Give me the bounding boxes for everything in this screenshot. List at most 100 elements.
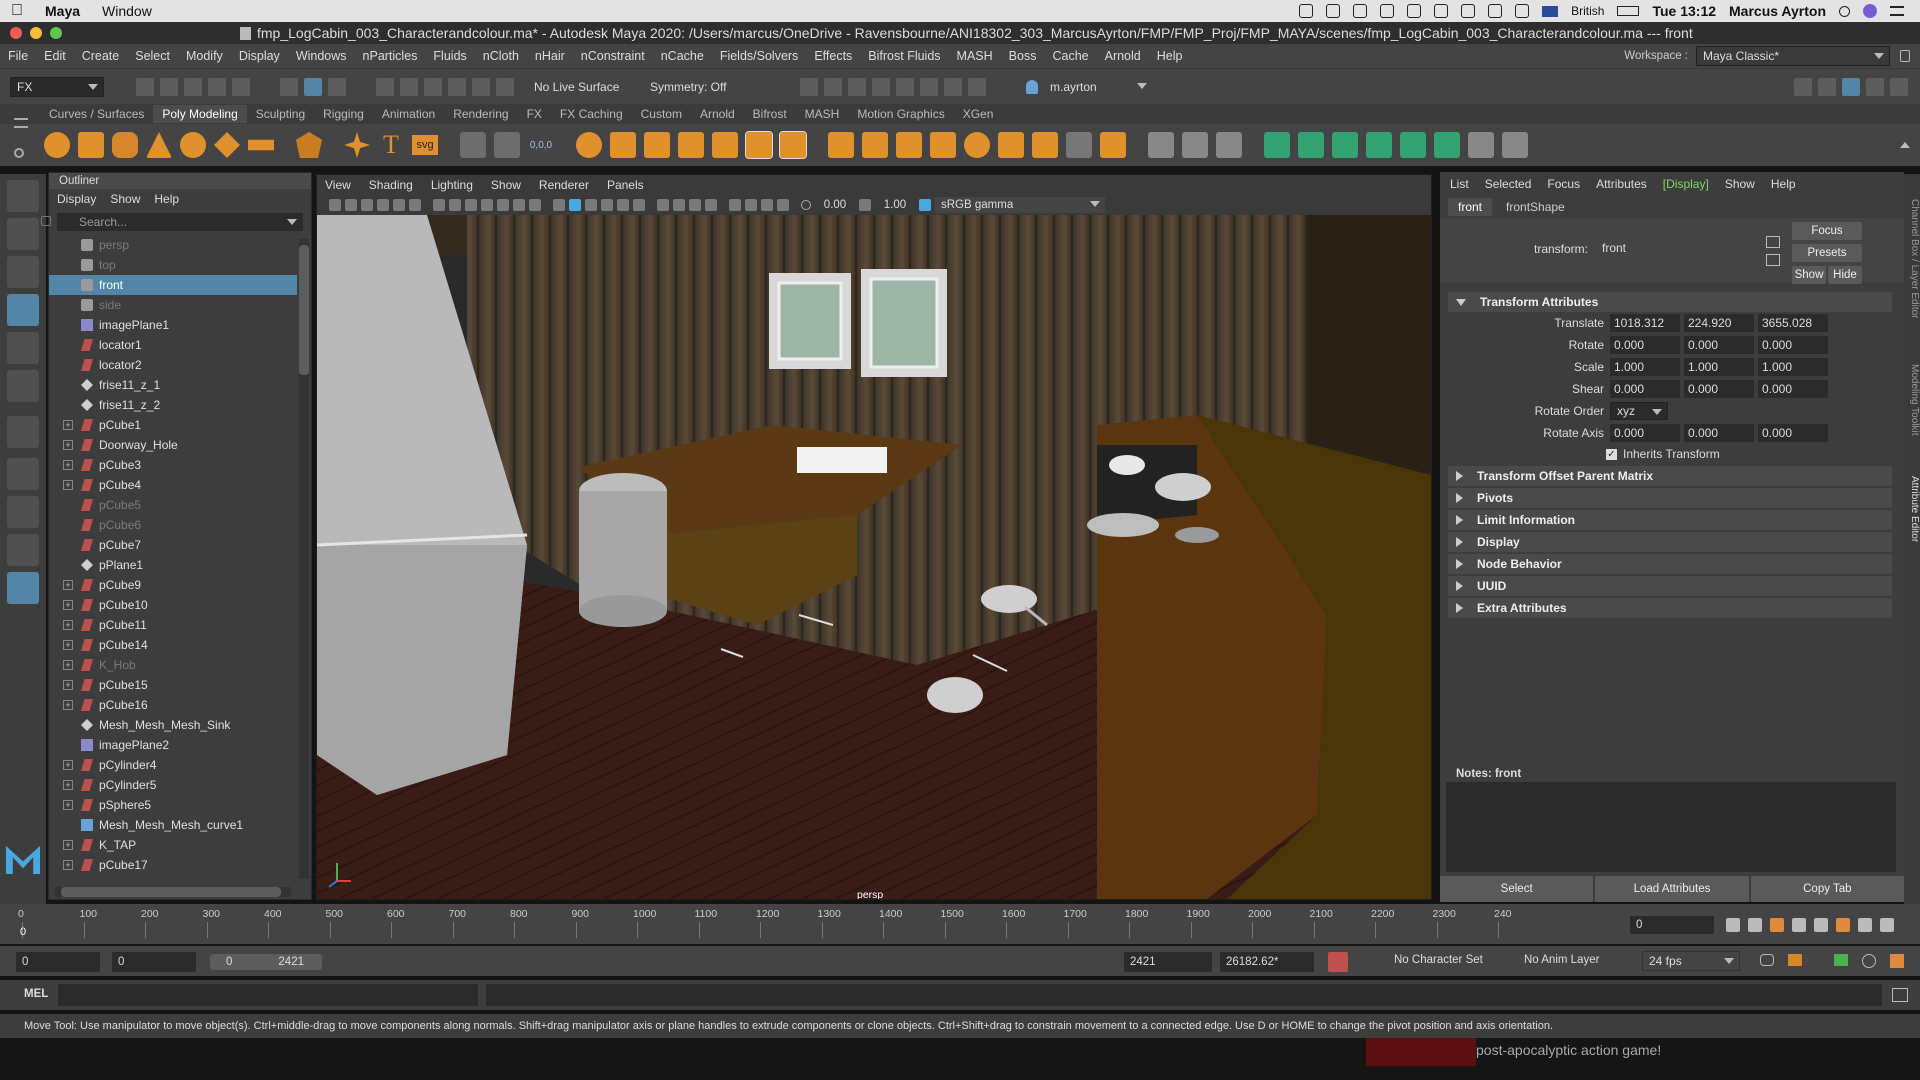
anim-start-field[interactable]: 0: [112, 952, 196, 972]
scale-x-field[interactable]: 1.000: [1610, 358, 1680, 376]
separate-icon[interactable]: [610, 132, 636, 158]
attribute-editor-tab[interactable]: Attribute Editor: [1904, 464, 1920, 554]
user-dropdown[interactable]: m.ayrton: [1044, 76, 1152, 97]
status-icon[interactable]: [1407, 4, 1422, 18]
hide-button[interactable]: Hide: [1828, 266, 1862, 284]
expand-icon[interactable]: +: [63, 580, 73, 590]
wedge-icon[interactable]: [998, 132, 1024, 158]
viewport-menu-item[interactable]: Shading: [369, 178, 413, 192]
menu-item[interactable]: Create: [74, 49, 128, 63]
ae-menu-item[interactable]: Selected: [1485, 177, 1532, 191]
menu-item[interactable]: nParticles: [355, 49, 426, 63]
shelf-tab[interactable]: FX: [518, 105, 551, 123]
step-forward-frame-icon[interactable]: [1836, 918, 1850, 932]
shelf-tab[interactable]: FX Caching: [551, 105, 632, 123]
color-space-dropdown[interactable]: sRGB gamma: [935, 197, 1105, 213]
extrude-icon[interactable]: [828, 132, 854, 158]
shelf-tab[interactable]: Rendering: [444, 105, 517, 123]
isolate-select-icon[interactable]: [729, 199, 741, 211]
anti-aliasing-icon[interactable]: [689, 199, 701, 211]
rotate-tool-icon[interactable]: [7, 332, 39, 364]
viewport-menu-item[interactable]: Lighting: [431, 178, 473, 192]
camera-attributes-icon[interactable]: [345, 199, 357, 211]
circularize-icon[interactable]: [1032, 132, 1058, 158]
xray-icon[interactable]: [745, 199, 757, 211]
open-scene-icon[interactable]: [160, 77, 178, 96]
platonic-solid-icon[interactable]: [296, 132, 322, 158]
expand-icon[interactable]: +: [63, 460, 73, 470]
expand-icon[interactable]: +: [63, 440, 73, 450]
snap-pivot-icon[interactable]: [496, 77, 514, 96]
auto-key-icon[interactable]: [1328, 952, 1348, 972]
outliner-item[interactable]: pCube6: [49, 515, 297, 535]
outliner-item[interactable]: frise11_z_1: [49, 375, 297, 395]
outliner-item[interactable]: pPlane1: [49, 555, 297, 575]
multi-cut-icon[interactable]: [1100, 132, 1126, 158]
time-slider[interactable]: 0 100 200 300 400 500 600 700 800 900 1000 1100 1200…: [0, 904, 1920, 944]
sound-icon[interactable]: [1834, 954, 1848, 966]
lock-icon[interactable]: [1900, 50, 1910, 62]
poly-torus-icon[interactable]: [180, 132, 206, 158]
move-tool-icon[interactable]: [7, 294, 39, 326]
uv-sew-icon[interactable]: [1400, 132, 1426, 158]
image-plane-icon[interactable]: [377, 199, 389, 211]
shear-x-field[interactable]: 0.000: [1610, 380, 1680, 398]
shelf-tab[interactable]: Sculpting: [247, 105, 314, 123]
manipulator-icon[interactable]: [7, 416, 39, 448]
scene-end-field[interactable]: 26182.62*: [1220, 952, 1314, 972]
lasso-tool-icon[interactable]: [7, 218, 39, 250]
menu-item[interactable]: Edit: [36, 49, 74, 63]
select-camera-icon[interactable]: [329, 199, 341, 211]
status-icon[interactable]: [1299, 4, 1314, 18]
grid-icon[interactable]: [433, 199, 445, 211]
outliner-item[interactable]: + pCube17: [49, 855, 297, 875]
expand-icon[interactable]: +: [63, 700, 73, 710]
expand-icon[interactable]: +: [63, 660, 73, 670]
eject-icon[interactable]: [1515, 4, 1530, 18]
undo-icon[interactable]: [208, 77, 226, 96]
combine-icon[interactable]: [576, 132, 602, 158]
poly-plane-icon[interactable]: [214, 132, 240, 158]
ae-menu-item[interactable]: List: [1450, 177, 1469, 191]
ae-menu-item[interactable]: Focus: [1547, 177, 1580, 191]
play-backwards-icon[interactable]: [1792, 918, 1806, 932]
close-tool-icon[interactable]: [1502, 132, 1528, 158]
rotate-z-field[interactable]: 0.000: [1758, 336, 1828, 354]
menu-list-icon[interactable]: [1890, 6, 1904, 16]
battery-icon[interactable]: [1617, 6, 1640, 16]
smooth-shade-icon[interactable]: [569, 199, 581, 211]
shelf-tab[interactable]: XGen: [954, 105, 1003, 123]
shadows-icon[interactable]: [633, 199, 645, 211]
expand-icon[interactable]: +: [63, 620, 73, 630]
outliner-item[interactable]: pCube7: [49, 535, 297, 555]
load-attributes-button[interactable]: Load Attributes: [1595, 876, 1749, 902]
ae-section-header[interactable]: Pivots: [1448, 488, 1892, 508]
ae-menu-item-active[interactable]: [Display]: [1663, 177, 1709, 191]
shelf-tab[interactable]: Arnold: [691, 105, 744, 123]
siri-icon[interactable]: [1863, 4, 1877, 18]
select-component-icon[interactable]: [328, 77, 346, 96]
select-tool-icon[interactable]: [7, 180, 39, 212]
outliner-item[interactable]: persp: [49, 235, 297, 255]
menu-item[interactable]: nCloth: [475, 49, 527, 63]
snap-grid-icon[interactable]: [376, 77, 394, 96]
transform-attributes-header[interactable]: Transform Attributes: [1448, 292, 1892, 312]
outliner-item[interactable]: + pCube9: [49, 575, 297, 595]
sweep-mesh-icon[interactable]: [460, 132, 486, 158]
xray-components-icon[interactable]: [777, 199, 789, 211]
presets-button[interactable]: Presets: [1792, 244, 1862, 262]
outliner-item[interactable]: Mesh_Mesh_Mesh_Sink: [49, 715, 297, 735]
snap-curve-icon[interactable]: [400, 77, 418, 96]
menu-item[interactable]: MASH: [949, 49, 1001, 63]
outliner-item[interactable]: + pSphere5: [49, 795, 297, 815]
menu-item[interactable]: Windows: [288, 49, 355, 63]
counter-icon[interactable]: 0,0,0: [528, 140, 554, 151]
shelf-settings-icon[interactable]: [14, 148, 24, 158]
exposure-field[interactable]: 0.00: [815, 199, 855, 211]
run-icon[interactable]: [1890, 954, 1904, 968]
outliner-item[interactable]: imagePlane2: [49, 735, 297, 755]
outliner-item[interactable]: side: [49, 295, 297, 315]
outliner-hscrollbar[interactable]: [55, 887, 291, 897]
shelf-tab[interactable]: Animation: [373, 105, 444, 123]
outliner-item[interactable]: + pCube14: [49, 635, 297, 655]
